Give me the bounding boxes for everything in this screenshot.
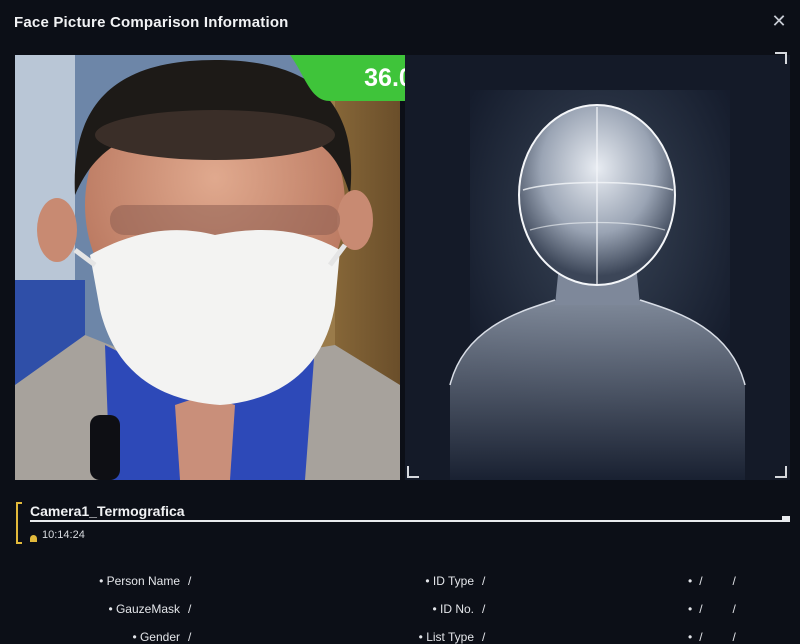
frame-corner-bottom-right xyxy=(775,466,787,478)
field-value: / xyxy=(482,574,486,588)
field-id-type: • ID Type / xyxy=(370,574,485,588)
camera-marker-icon xyxy=(16,502,22,544)
field-list-type: • List Type / xyxy=(370,630,486,644)
field-value: / xyxy=(188,574,192,588)
field-value: / xyxy=(699,574,703,588)
face-comparison-dialog: Face Picture Comparison Information ✕ 36… xyxy=(0,0,800,644)
field-value: / xyxy=(482,630,486,644)
capture-time: 10:14:24 xyxy=(42,529,85,541)
field-value-2: / xyxy=(732,574,736,588)
camera-divider-end xyxy=(782,516,790,522)
field-value: / xyxy=(188,602,192,616)
field-label: • Person Name xyxy=(99,574,180,588)
field-gauzemask: • GauzeMask / xyxy=(60,602,191,616)
field-extra-1: • / / xyxy=(688,574,736,588)
dialog-title: Face Picture Comparison Information xyxy=(14,14,289,31)
field-value-2: / xyxy=(732,602,736,616)
camera-name: Camera1_Termografica xyxy=(30,503,185,519)
camera-divider xyxy=(30,520,790,522)
library-face-placeholder xyxy=(405,55,790,480)
field-label: • xyxy=(688,630,693,644)
field-person-name: • Person Name / xyxy=(60,574,191,588)
frame-corner-top-right xyxy=(775,52,787,64)
field-value: / xyxy=(699,602,703,616)
field-value-2: / xyxy=(732,630,736,644)
person-silhouette-icon xyxy=(405,55,790,480)
time-marker-icon xyxy=(30,535,37,542)
captured-person-photo xyxy=(15,55,400,480)
field-extra-3: • / / xyxy=(688,630,736,644)
field-label: • xyxy=(688,574,693,588)
field-label: • Gender xyxy=(132,630,180,644)
field-label: • GauzeMask xyxy=(108,602,180,616)
field-label: • ID Type xyxy=(425,574,474,588)
field-label: • List Type xyxy=(418,630,474,644)
field-value: / xyxy=(699,630,703,644)
field-extra-2: • / / xyxy=(688,602,736,616)
captured-face-image xyxy=(15,55,400,480)
frame-corner-bottom-left xyxy=(407,466,419,478)
field-value: / xyxy=(482,602,486,616)
field-id-no: • ID No. / xyxy=(370,602,485,616)
field-label: • xyxy=(688,602,693,616)
close-icon[interactable]: ✕ xyxy=(768,10,790,32)
field-value: / xyxy=(188,630,192,644)
field-label: • ID No. xyxy=(432,602,474,616)
field-gender: • Gender / xyxy=(60,630,191,644)
